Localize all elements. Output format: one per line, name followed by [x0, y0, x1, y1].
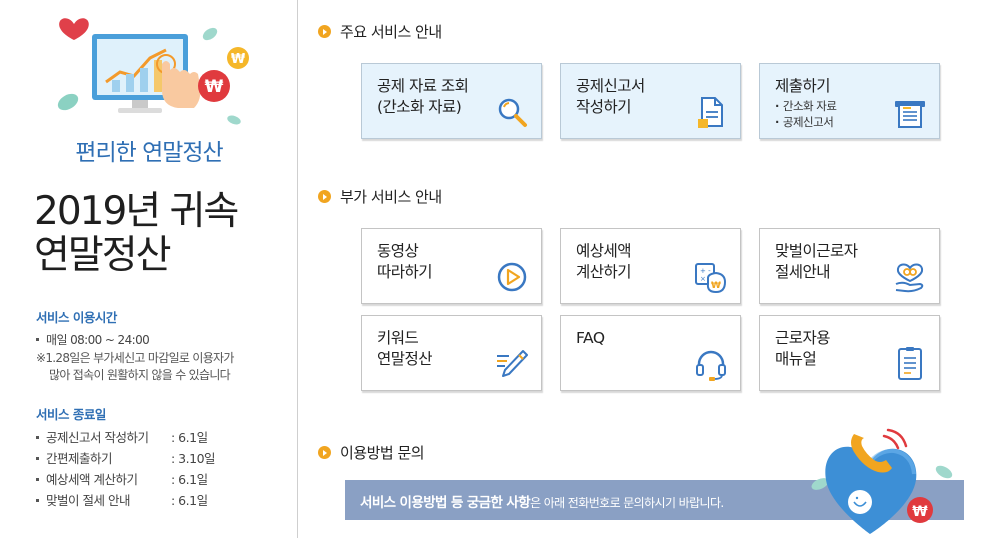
card-dual-income-guide[interactable]: 맞벌이근로자 절세안내 [759, 228, 940, 304]
service-end-heading: 서비스 종료일 [36, 407, 106, 422]
card-submit[interactable]: 제출하기 간소화 자료 공제신고서 [759, 63, 940, 139]
left-subtitle: 편리한 연말정산 [75, 140, 223, 166]
card-label: 제출하기 [775, 77, 831, 95]
card-label: 근로자용 매뉴얼 [775, 329, 831, 368]
main-services-heading: 주요 서비스 안내 [318, 21, 442, 42]
inquiry-heading: 이용방법 문의 [318, 442, 425, 463]
card-label: FAQ [576, 329, 605, 347]
card-sub-item: 공제신고서 [775, 114, 836, 130]
svg-text:₩: ₩ [912, 504, 928, 520]
headset-icon [696, 350, 726, 381]
play-icon [497, 262, 527, 292]
page-title: 2019년 귀속 연말정산 [34, 189, 239, 278]
document-icon [698, 97, 723, 128]
card-faq[interactable]: FAQ [560, 315, 741, 391]
service-time-heading: 서비스 이용시간 [36, 310, 117, 325]
left-panel: ₩ ₩ 편리한 연말정산 2019년 귀속 연말정산 서비스 이용시간 매일 0… [0, 0, 298, 538]
magnifier-icon [498, 98, 527, 127]
rings-hand-icon [895, 263, 924, 293]
card-label: 동영상 따라하기 [377, 242, 433, 281]
card-worker-manual[interactable]: 근로자용 매뉴얼 [759, 315, 940, 391]
svg-text:₩: ₩ [711, 281, 721, 291]
submit-tray-icon [895, 101, 925, 128]
svg-text:+ -: + - [700, 267, 711, 275]
card-video-guide[interactable]: 동영상 따라하기 [361, 228, 542, 304]
service-time-line: 매일 08:00 ~ 24:00 [36, 331, 150, 348]
card-sub-item: 간소화 자료 [775, 98, 837, 114]
manual-icon [898, 347, 922, 380]
bullet-icon [318, 190, 331, 203]
calculator-icon: + - × = ₩ [695, 263, 727, 294]
extra-services-heading: 부가 서비스 안내 [318, 186, 442, 207]
card-label: 예상세액 계산하기 [576, 242, 632, 281]
bullet-icon [318, 25, 331, 38]
service-end-row: 맞벌이 절세 안내: 6.1일 [36, 490, 208, 509]
monitor-chart-illustration: ₩ ₩ [57, 18, 249, 125]
card-keyword-guide[interactable]: 키워드 연말정산 [361, 315, 542, 391]
banner-text: 서비스 이용방법 등 궁금한 사항은 아래 전화번호로 문의하시기 바랍니다. [360, 495, 724, 511]
heart-phone-illustration: ₩ [811, 428, 953, 534]
bullet-icon [318, 446, 331, 459]
card-deduction-lookup[interactable]: 공제 자료 조회 (간소화 자료) [361, 63, 542, 139]
service-end-row: 예상세액 계산하기: 6.1일 [36, 469, 208, 488]
card-write-form[interactable]: 공제신고서 작성하기 [560, 63, 741, 139]
card-label: 맞벌이근로자 절세안내 [775, 242, 858, 281]
card-sub-list: 간소화 자료 공제신고서 [775, 98, 837, 130]
card-label: 키워드 연말정산 [377, 329, 433, 368]
svg-text:₩: ₩ [231, 52, 246, 67]
service-time-note: ※1.28일은 부가세신고 마감일로 이용자가 많아 접속이 원활하지 않을 수… [36, 351, 234, 382]
card-label: 공제신고서 작성하기 [576, 77, 645, 116]
service-end-row: 공제신고서 작성하기: 6.1일 [36, 427, 208, 446]
card-label: 공제 자료 조회 (간소화 자료) [377, 77, 469, 116]
card-tax-calculator[interactable]: 예상세액 계산하기 + - × = ₩ [560, 228, 741, 304]
pencil-icon [497, 350, 528, 377]
svg-text:₩: ₩ [205, 77, 224, 97]
service-end-row: 간편제출하기: 3.10일 [36, 448, 216, 467]
